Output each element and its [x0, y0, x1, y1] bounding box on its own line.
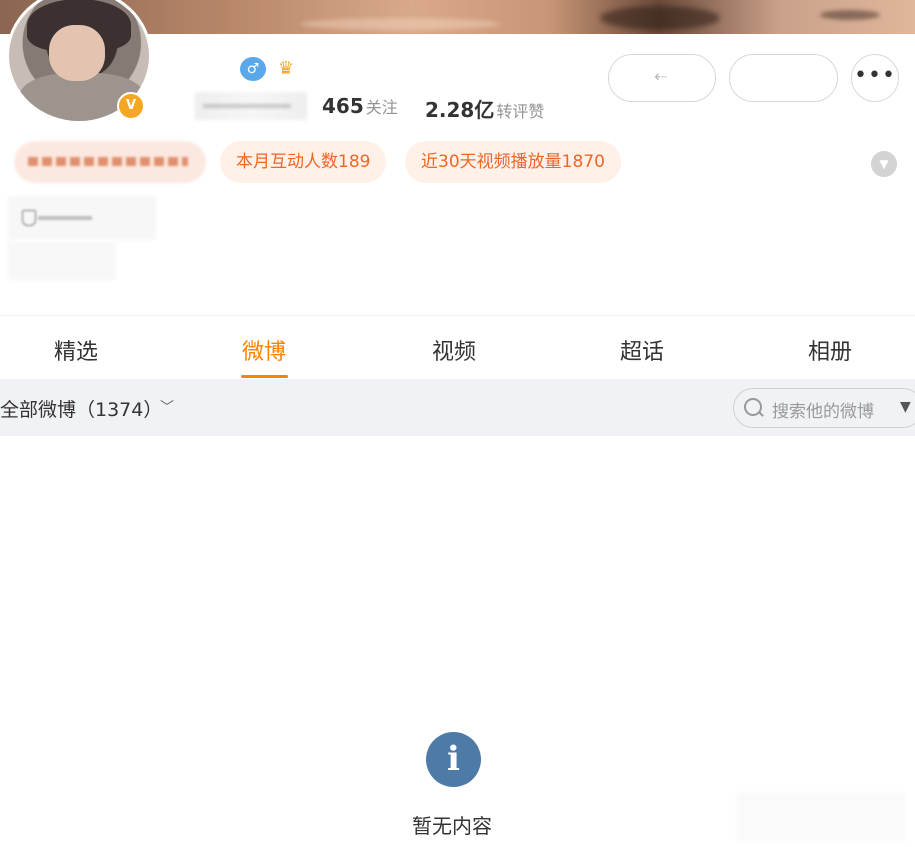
more-options-button[interactable]: ••• [851, 54, 899, 102]
corner-redacted [736, 792, 906, 842]
search-dropdown-icon[interactable]: ▼ [900, 399, 911, 415]
likes-count: 2.28亿 [425, 98, 495, 122]
tab-supertopic[interactable]: 超话 [592, 334, 692, 366]
all-weibo-filter[interactable]: 全部微博（1374） [0, 395, 162, 422]
tab-album[interactable]: 相册 [780, 334, 880, 366]
search-icon [744, 398, 762, 416]
arrow-icon: ⇠ [654, 67, 668, 86]
active-tab-indicator [241, 375, 288, 378]
empty-state-message: 暂无内容 [412, 814, 492, 838]
likes-stat: 2.28亿 转评赞 [425, 94, 544, 123]
shield-icon [22, 210, 36, 226]
crown-icon[interactable]: ♛ [274, 58, 298, 80]
male-icon: ♂ [240, 57, 266, 81]
tag-video-plays[interactable]: 近30天视频播放量1870 [405, 141, 621, 183]
info-icon: i [426, 732, 481, 787]
more-dots-icon: ••• [854, 63, 896, 88]
verification-info-redacted [8, 196, 156, 240]
search-placeholder: 搜索他的微博 [772, 402, 874, 422]
likes-label: 转评赞 [496, 102, 545, 121]
bio-redacted [8, 242, 116, 280]
tab-featured[interactable]: 精选 [26, 334, 126, 366]
username-redacted [195, 92, 307, 120]
tag-redacted[interactable] [14, 141, 206, 183]
tab-weibo[interactable]: 微博 [214, 334, 314, 366]
message-button[interactable] [729, 54, 838, 102]
tab-video[interactable]: 视频 [404, 334, 504, 366]
tag-monthly-interactions[interactable]: 本月互动人数189 [220, 141, 387, 183]
following-stat[interactable]: 465 关注 [322, 94, 398, 118]
chevron-down-icon[interactable]: ﹀ [160, 397, 174, 417]
follow-button[interactable]: ⇠ [608, 54, 716, 102]
filter-label-text: 全部微博（1374） [0, 399, 163, 421]
section-divider [0, 315, 915, 316]
verified-badge-icon: V [117, 92, 145, 120]
following-count: 465 [322, 94, 364, 118]
expand-chevron-icon[interactable]: ▼ [871, 151, 897, 177]
following-label: 关注 [365, 98, 398, 117]
